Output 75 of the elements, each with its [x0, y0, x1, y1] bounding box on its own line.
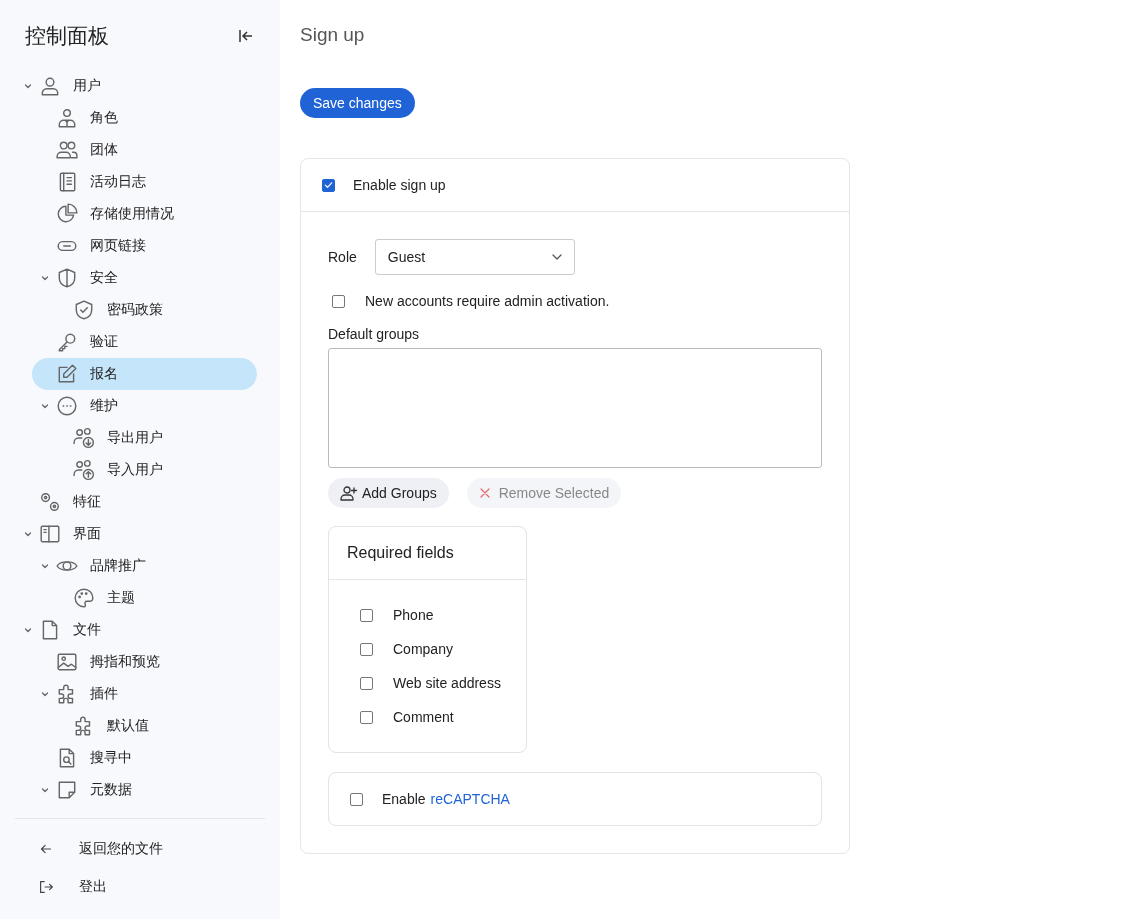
sidebar-item[interactable]: 用户 — [15, 70, 257, 102]
checkbox-label: Company — [393, 641, 453, 657]
checkbox-label: Enable sign up — [353, 177, 446, 193]
panel-icon — [39, 523, 61, 545]
sidebar-item[interactable]: 维护 — [32, 390, 257, 422]
checkbox-label: Phone — [393, 607, 434, 623]
checkbox[interactable] — [360, 710, 373, 724]
sidebar-item[interactable]: 验证 — [32, 326, 257, 358]
user-add-icon — [340, 485, 358, 501]
sidebar-item[interactable]: 安全 — [32, 262, 257, 294]
checkbox-label: Web site address — [393, 675, 501, 691]
field-label: Default groups — [328, 326, 421, 342]
checkbox-label: Enable — [382, 791, 426, 807]
image-icon — [56, 651, 78, 673]
sidebar-item[interactable]: 活动日志 — [32, 166, 257, 198]
checkbox[interactable] — [360, 608, 373, 622]
sidebar-item[interactable]: 报名 — [32, 358, 257, 390]
sidebar-item[interactable]: 默认值 — [49, 710, 257, 742]
chevron-icon — [23, 529, 33, 539]
sidebar-item[interactable]: 拇指和预览 — [32, 646, 257, 678]
sidebar-link[interactable]: 返回您的文件 — [15, 837, 265, 861]
pie-chart-icon — [56, 203, 78, 225]
page-title: Sign up — [300, 24, 366, 46]
close-icon — [478, 487, 491, 499]
sidebar-link[interactable]: 登出 — [15, 875, 265, 899]
chevron-icon — [23, 625, 33, 635]
checkbox[interactable] — [332, 294, 345, 308]
sidebar-item[interactable]: 文件 — [15, 614, 257, 646]
ellipsis-circle-icon — [56, 395, 78, 417]
sidebar-item[interactable]: 元数据 — [32, 774, 257, 806]
sidebar-item[interactable]: 导入用户 — [49, 454, 257, 486]
checkbox[interactable] — [322, 178, 335, 192]
sidebar-item[interactable]: 网页链接 — [32, 230, 257, 262]
sidebar-item[interactable]: 特征 — [15, 486, 257, 518]
collapse-sidebar-button[interactable] — [238, 28, 254, 44]
field-label: Role — [328, 249, 357, 265]
key-icon — [56, 331, 78, 353]
people-upload-icon — [73, 459, 95, 481]
sidebar-item[interactable]: 角色 — [32, 102, 257, 134]
section-title: Required fields — [329, 527, 526, 580]
chevron-icon — [40, 561, 50, 571]
chevron-icon — [23, 81, 33, 91]
sidebar-item[interactable]: 导出用户 — [49, 422, 257, 454]
checkbox[interactable] — [360, 676, 373, 690]
checkbox-label: New accounts require admin activation. — [365, 293, 610, 309]
chevron-icon — [40, 785, 50, 795]
sidebar-title: 控制面板 — [25, 23, 109, 49]
palette-icon — [73, 587, 95, 609]
sidebar-item[interactable]: 主题 — [49, 582, 257, 614]
note-icon — [56, 779, 78, 801]
chevron-icon — [40, 401, 50, 411]
recaptcha-link[interactable]: reCAPTCHA — [430, 791, 510, 807]
sidebar-item[interactable]: 品牌推广 — [32, 550, 257, 582]
sidebar-item[interactable]: 搜寻中 — [32, 742, 257, 774]
user-icon — [39, 75, 61, 97]
sidebar-item[interactable]: 存储使用情况 — [32, 198, 257, 230]
person-tie-icon — [56, 107, 78, 129]
sidebar-item[interactable]: 密码政策 — [49, 294, 257, 326]
checkbox[interactable] — [350, 792, 363, 806]
shield-check-icon — [73, 299, 95, 321]
logout-icon — [37, 878, 55, 896]
checkbox[interactable] — [360, 642, 373, 656]
chevron-icon — [40, 273, 50, 283]
save-button[interactable]: Save changes — [300, 88, 415, 118]
add-groups-button[interactable]: Add Groups — [328, 478, 449, 508]
sidebar-item[interactable]: 界面 — [15, 518, 257, 550]
chevron-icon — [40, 689, 50, 699]
shield-icon — [56, 267, 78, 289]
edit-icon — [56, 363, 78, 385]
checkbox-label: Comment — [393, 709, 454, 725]
people-icon — [56, 139, 78, 161]
sidebar-item[interactable]: 团体 — [32, 134, 257, 166]
role-dropdown[interactable]: Guest — [374, 239, 575, 275]
sidebar-item[interactable]: 插件 — [32, 678, 257, 710]
people-download-icon — [73, 427, 95, 449]
